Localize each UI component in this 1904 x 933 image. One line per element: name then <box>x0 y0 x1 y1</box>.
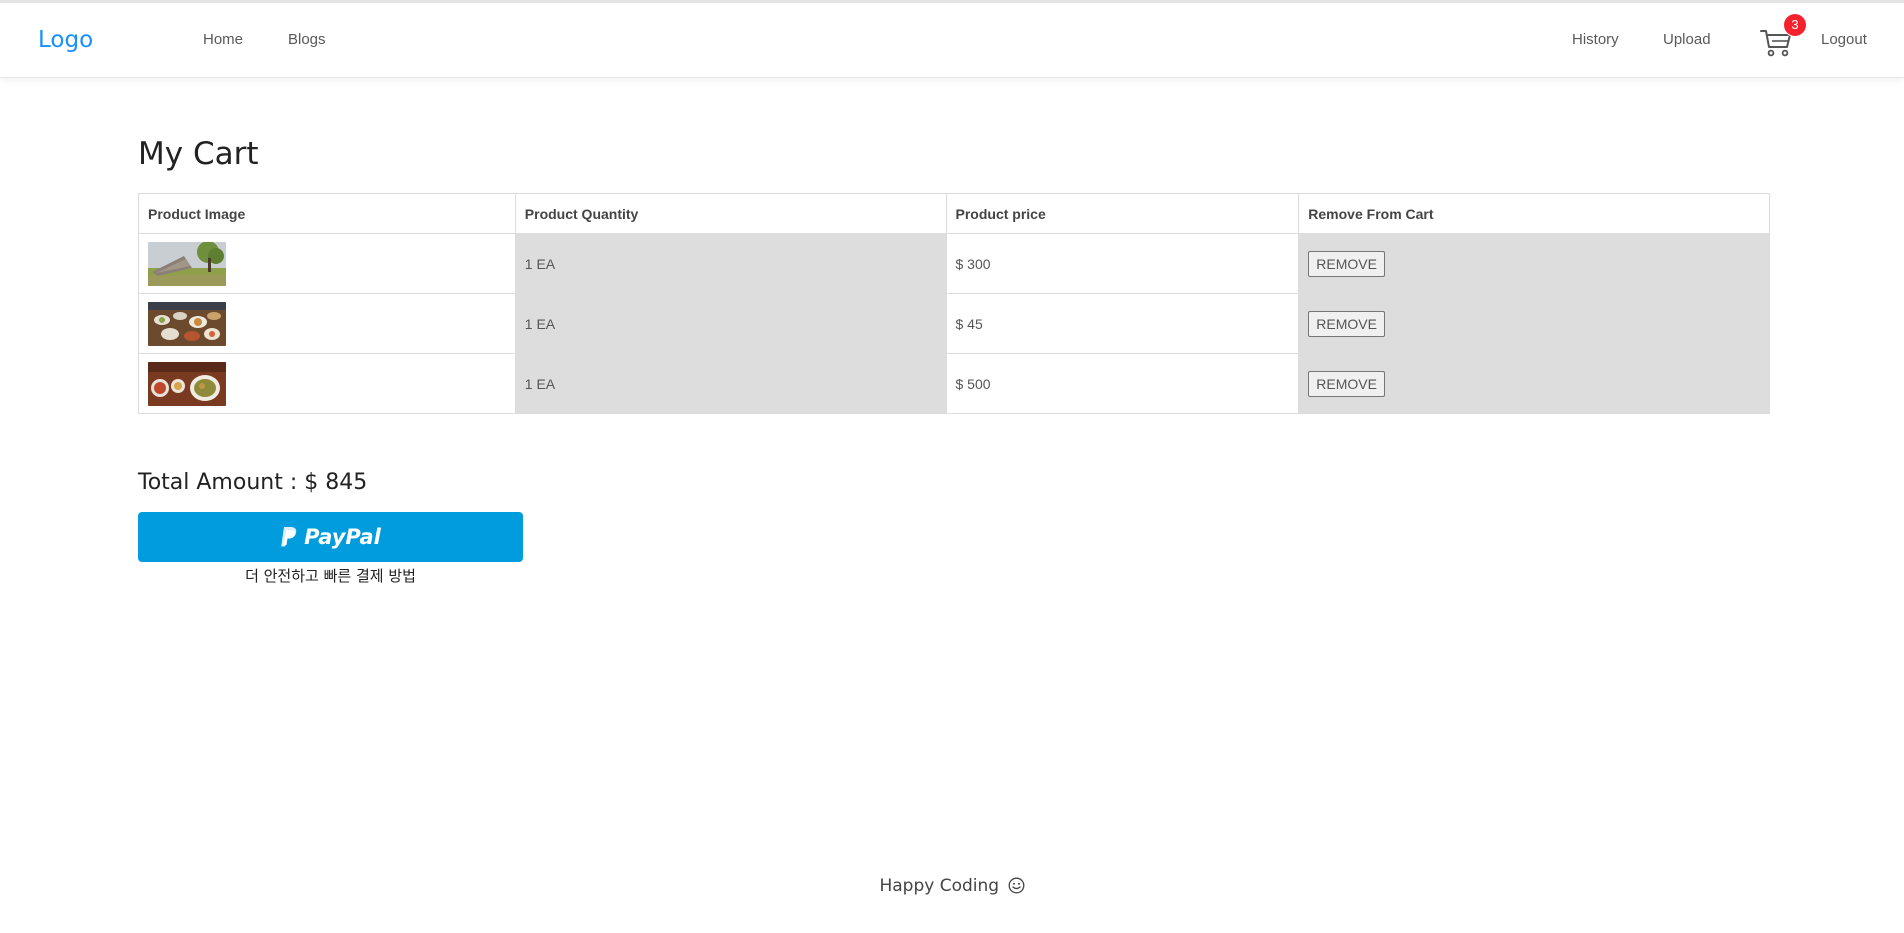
quantity-cell: 1 EA <box>514 293 947 354</box>
product-image-food-table <box>148 301 226 346</box>
paypal-logo: PayPal <box>280 525 381 549</box>
nav-home-link[interactable]: Home <box>203 31 243 48</box>
footer: Happy Coding <box>0 876 1904 896</box>
remove-cell: REMOVE <box>1298 293 1770 354</box>
product-image-cell <box>138 353 516 414</box>
remove-cell: REMOVE <box>1298 233 1770 294</box>
price-cell: $ 300 <box>945 233 1300 294</box>
cart-table: Product Image Product Quantity Product p… <box>138 193 1770 414</box>
header-product-price: Product price <box>945 193 1300 234</box>
remove-button[interactable]: REMOVE <box>1308 370 1385 397</box>
header-remove: Remove From Cart <box>1298 193 1770 234</box>
total-amount: Total Amount : $ 845 <box>138 470 368 495</box>
nav-blogs-link[interactable]: Blogs <box>288 31 326 48</box>
table-row: 1 EA $ 300 REMOVE <box>138 233 1770 294</box>
quantity-cell: 1 EA <box>514 233 947 294</box>
paypal-icon <box>281 527 297 547</box>
table-row: 1 EA $ 500 REMOVE <box>138 353 1770 414</box>
product-image-cell <box>138 233 516 294</box>
cart-button[interactable]: 3 <box>1760 14 1806 61</box>
quantity-cell: 1 EA <box>514 353 947 414</box>
header-product-image: Product Image <box>138 193 516 234</box>
paypal-button[interactable]: PayPal <box>138 512 523 562</box>
header-product-quantity: Product Quantity <box>514 193 947 234</box>
product-image-food-dishes <box>148 361 226 406</box>
nav-upload-link[interactable]: Upload <box>1663 31 1711 48</box>
logo-link[interactable]: Logo <box>38 27 93 53</box>
nav-history-link[interactable]: History <box>1572 31 1619 48</box>
page-title: My Cart <box>138 136 259 172</box>
cart-count-badge: 3 <box>1784 14 1806 36</box>
table-row: 1 EA $ 45 REMOVE <box>138 293 1770 354</box>
remove-cell: REMOVE <box>1298 353 1770 414</box>
product-image-cell <box>138 293 516 354</box>
price-cell: $ 500 <box>945 353 1300 414</box>
table-header-row: Product Image Product Quantity Product p… <box>138 193 1770 234</box>
paypal-subtitle: 더 안전하고 빠른 결제 방법 <box>245 567 416 585</box>
nav-logout-link[interactable]: Logout <box>1821 31 1867 48</box>
smile-icon <box>1008 877 1024 894</box>
product-image-tree <box>148 241 226 286</box>
navbar: Logo Home Blogs History Upload 3 Logout <box>0 3 1904 78</box>
remove-button[interactable]: REMOVE <box>1308 250 1385 277</box>
remove-button[interactable]: REMOVE <box>1308 310 1385 337</box>
price-cell: $ 45 <box>945 293 1300 354</box>
paypal-logo-text: PayPal <box>304 525 381 549</box>
footer-text: Happy Coding <box>879 876 1000 896</box>
